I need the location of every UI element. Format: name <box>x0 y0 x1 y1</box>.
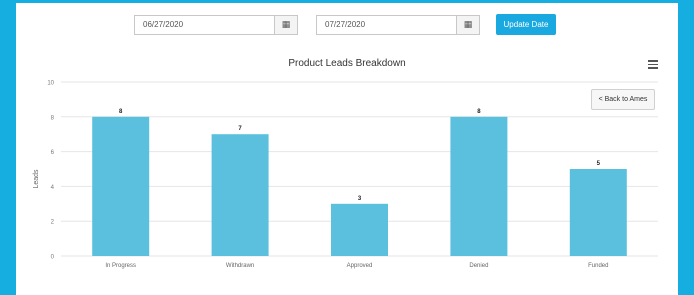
data-label: 3 <box>358 196 362 202</box>
y-tick-label: 0 <box>51 255 55 261</box>
chart-panel: 06/27/2020 ▦ 07/27/2020 ▦ Update Date < … <box>16 3 678 295</box>
bar[interactable] <box>211 134 269 256</box>
x-tick-label: Denied <box>469 263 488 269</box>
x-tick-label: Approved <box>347 263 373 269</box>
data-label: 8 <box>477 109 481 115</box>
y-tick-label: 8 <box>51 115 55 121</box>
bar[interactable] <box>569 169 627 256</box>
y-tick-label: 2 <box>51 220 55 226</box>
chart-title: Product Leads Breakdown <box>288 58 405 69</box>
y-axis-label: Leads <box>33 169 40 189</box>
bar[interactable] <box>92 116 150 256</box>
y-tick-label: 6 <box>51 150 55 156</box>
data-label: 7 <box>238 126 242 132</box>
bar[interactable] <box>450 116 508 256</box>
bar-chart: Product Leads Breakdown Leads 0 2 4 6 8 10 8 In… <box>33 58 658 269</box>
data-label: 8 <box>119 109 123 115</box>
y-tick-label: 10 <box>47 81 54 87</box>
x-tick-label: In Progress <box>105 263 136 269</box>
bar[interactable] <box>331 203 388 256</box>
y-tick-label: 4 <box>51 185 55 191</box>
x-tick-label: Funded <box>588 263 608 269</box>
data-label: 5 <box>597 161 601 167</box>
x-tick-label: Withdrawn <box>226 263 254 269</box>
